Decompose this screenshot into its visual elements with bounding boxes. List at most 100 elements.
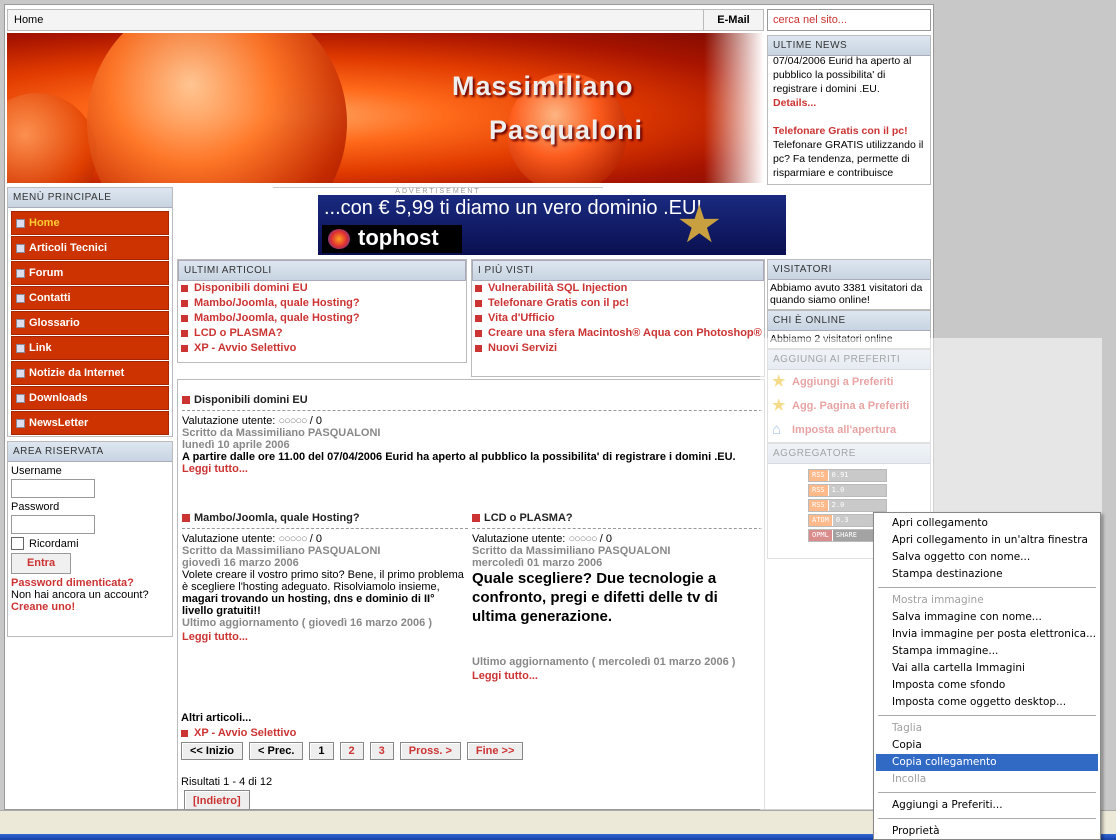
article-date: giovedì 16 marzo 2006: [182, 557, 299, 569]
back-button[interactable]: [Indietro]: [184, 790, 250, 809]
rss-091-feed-button[interactable]: RSS 0.91: [808, 469, 887, 482]
home-link[interactable]: Home: [14, 14, 43, 26]
article-link[interactable]: XP - Avvio Selettivo: [178, 726, 296, 741]
rating-icons: ○○○○○: [278, 533, 307, 545]
article-link[interactable]: XP - Avvio Selettivo: [178, 341, 466, 356]
chi-online-box: CHI È ONLINE Abbiamo 2 visitatori online: [767, 310, 931, 349]
read-more-link[interactable]: Leggi tutto...: [472, 670, 762, 682]
article-link[interactable]: Mambo/Joomla, quale Hosting?: [178, 296, 466, 311]
article-body: Volete creare il vostro primo sito? Bene…: [182, 569, 464, 617]
article-title: Disponibili domini EU: [182, 394, 762, 411]
context-menu-item[interactable]: Copia: [876, 737, 1098, 754]
context-menu: Apri collegamento Apri collegamento in un…: [873, 512, 1101, 840]
context-menu-item[interactable]: Stampa destinazione: [876, 566, 1098, 583]
menu-item-contatti[interactable]: Contatti: [11, 286, 169, 310]
menu-item-home[interactable]: Home: [11, 211, 169, 235]
article-link[interactable]: Vita d'Ufficio: [472, 311, 764, 326]
bullet-icon: [16, 344, 25, 353]
article-updated: Ultimo aggiornamento ( mercoledì 01 marz…: [472, 656, 736, 668]
tophost-logo-icon: [328, 229, 350, 249]
add-page-favorites-link[interactable]: ★ Agg. Pagina a Preferiti: [768, 394, 930, 418]
article-lcd: LCD o PLASMA? Valutazione utente: ○○○○○ …: [472, 512, 762, 682]
read-more-link[interactable]: Leggi tutto...: [182, 463, 762, 475]
bullet-icon: [16, 419, 25, 428]
login-area: AREA RISERVATA Username Password Ricorda…: [7, 441, 173, 637]
context-menu-item[interactable]: Proprietà: [876, 823, 1098, 840]
news-text: 07/04/2006 Eurid ha aperto al pubblico l…: [773, 55, 912, 95]
page-last-button[interactable]: Fine >>: [466, 742, 524, 760]
menu-item-newsletter[interactable]: NewsLetter: [11, 411, 169, 435]
read-more-link[interactable]: Leggi tutto...: [182, 631, 468, 643]
article-link[interactable]: Disponibili domini EU: [178, 281, 466, 296]
article-link[interactable]: Telefonare Gratis con il pc!: [472, 296, 764, 311]
page-prev-button[interactable]: < Prec.: [249, 742, 304, 760]
page-next-button[interactable]: Pross. >: [399, 742, 461, 760]
remember-label: Ricordami: [29, 537, 79, 550]
context-menu-item[interactable]: Invia immagine per posta elettronica...: [876, 626, 1098, 643]
login-button[interactable]: Entra: [11, 553, 71, 574]
article-link[interactable]: LCD o PLASMA?: [178, 326, 466, 341]
article-link[interactable]: Mambo/Joomla, quale Hosting?: [178, 311, 466, 326]
bullet-icon: [16, 219, 25, 228]
news-details-link[interactable]: Details...: [773, 97, 816, 109]
article-body: A partire dalle ore 11.00 del 07/04/2006…: [182, 451, 736, 463]
context-menu-item[interactable]: Imposta come sfondo: [876, 677, 1098, 694]
preferiti-box: AGGIUNGI AI PREFERITI ★ Aggiungi a Prefer…: [767, 349, 931, 443]
remember-checkbox[interactable]: [11, 537, 24, 550]
visitatori-title: VISITATORI: [768, 260, 930, 280]
menu-item-notizie[interactable]: Notizie da Internet: [11, 361, 169, 385]
rating-value: / 0: [309, 415, 322, 427]
article-link[interactable]: Nuovi Servizi: [472, 341, 764, 356]
banner-fade: [704, 33, 764, 183]
star-icon: ★: [772, 373, 786, 390]
context-menu-item[interactable]: Salva immagine con nome...: [876, 609, 1098, 626]
star-icon: ★: [676, 196, 723, 254]
create-account-link[interactable]: Creane uno!: [11, 601, 169, 613]
article-mambo: Mambo/Joomla, quale Hosting? Valutazione…: [182, 512, 468, 643]
menu-item-link[interactable]: Link: [11, 336, 169, 360]
chi-online-text: Abbiamo 2 visitatori online: [770, 333, 893, 345]
rating-label: Valutazione utente:: [472, 533, 566, 545]
rss-20-feed-button[interactable]: RSS 2.0: [808, 499, 887, 512]
rss-10-feed-button[interactable]: RSS 1.0: [808, 484, 887, 497]
article-link[interactable]: Vulnerabilità SQL Injection: [472, 281, 764, 296]
context-menu-item[interactable]: Imposta come oggetto desktop...: [876, 694, 1098, 711]
menu-item-downloads[interactable]: Downloads: [11, 386, 169, 410]
article-link[interactable]: Creare una sfera Macintosh® Aqua con Pho…: [472, 326, 764, 341]
username-input[interactable]: [11, 479, 95, 498]
email-link[interactable]: E-Mail: [703, 10, 763, 30]
context-menu-item[interactable]: Copia collegamento: [876, 754, 1098, 771]
context-menu-item[interactable]: Apri collegamento in un'altra finestra: [876, 532, 1098, 549]
no-account-text: Non hai ancora un account?: [11, 589, 149, 601]
page-first-button[interactable]: << Inizio: [181, 742, 244, 760]
context-menu-item[interactable]: Apri collegamento: [876, 515, 1098, 532]
page-2-button[interactable]: 2: [339, 742, 364, 760]
context-menu-item[interactable]: Aggiungi a Preferiti...: [876, 797, 1098, 814]
article-author: Scritto da Massimiliano PASQUALONI: [182, 427, 381, 439]
ultime-news-box: ULTIME NEWS 07/04/2006 Eurid ha aperto a…: [767, 35, 931, 185]
ad-banner[interactable]: ...con € 5,99 ti diamo un vero dominio .…: [318, 195, 786, 255]
article-author: Scritto da Massimiliano PASQUALONI: [182, 545, 381, 557]
page-1-button[interactable]: 1: [309, 742, 334, 760]
ad-logo: tophost: [322, 225, 462, 253]
news-title-link[interactable]: Telefonare Gratis con il pc!: [773, 125, 908, 137]
context-menu-item[interactable]: Stampa immagine...: [876, 643, 1098, 660]
forgot-password-link[interactable]: Password dimenticata?: [11, 577, 169, 589]
menu-item-glossario[interactable]: Glossario: [11, 311, 169, 335]
context-menu-item[interactable]: Salva oggetto con nome...: [876, 549, 1098, 566]
password-input[interactable]: [11, 515, 95, 534]
context-menu-item[interactable]: Vai alla cartella Immagini: [876, 660, 1098, 677]
page-3-button[interactable]: 3: [369, 742, 394, 760]
add-favorites-link[interactable]: ★ Aggiungi a Preferiti: [768, 370, 930, 394]
altri-articoli-label: Altri articoli...: [181, 712, 252, 724]
preferiti-title: AGGIUNGI AI PREFERITI: [768, 350, 930, 370]
visitatori-text: Abbiamo avuto 3381 visitatori da quando …: [770, 282, 923, 306]
ad-text: ...con € 5,99 ti diamo un vero dominio .…: [324, 197, 702, 219]
search-input[interactable]: cerca nel sito...: [767, 9, 931, 31]
results-count: Risultati 1 - 4 di 12: [181, 776, 273, 788]
bullet-icon: [16, 369, 25, 378]
menu-item-forum[interactable]: Forum: [11, 261, 169, 285]
menu-item-articoli[interactable]: Articoli Tecnici: [11, 236, 169, 260]
article-author: Scritto da Massimiliano PASQUALONI: [472, 545, 671, 557]
set-homepage-link[interactable]: ⌂ Imposta all'apertura: [768, 418, 930, 442]
